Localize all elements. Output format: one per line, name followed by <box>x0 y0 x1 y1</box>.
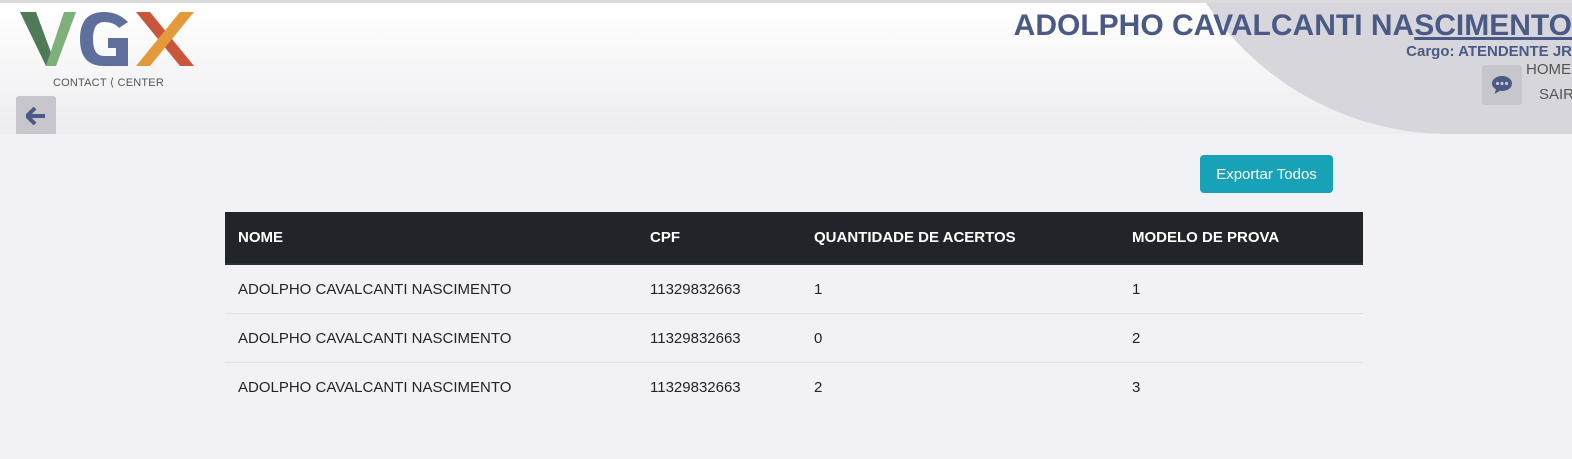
table-row: ADOLPHO CAVALCANTI NASCIMENTO 1132983266… <box>225 313 1363 363</box>
page-header: CONTACT ⟨ CENTER ADOLPHO CAVALCANTI NASC… <box>0 3 1572 134</box>
user-name-underlined-part: SCIMENTO <box>1414 9 1572 42</box>
nav-sair-link[interactable]: SAIR <box>1539 86 1572 103</box>
back-button[interactable] <box>16 96 56 134</box>
cell-modelo: 2 <box>1119 313 1363 363</box>
user-role: Cargo: ATENDENTE JR <box>1406 43 1572 60</box>
arrow-left-icon <box>26 107 45 125</box>
user-name: ADOLPHO CAVALCANTI NASCIMENTO <box>1014 8 1572 44</box>
cell-nome: ADOLPHO CAVALCANTI NASCIMENTO <box>225 362 637 411</box>
column-header-nome: NOME <box>225 212 637 265</box>
cell-cpf: 11329832663 <box>637 313 801 363</box>
table-header-row: NOME CPF QUANTIDADE DE ACERTOS MODELO DE… <box>225 212 1363 265</box>
table-row: ADOLPHO CAVALCANTI NASCIMENTO 1132983266… <box>225 362 1363 411</box>
chat-bubble-icon <box>1492 76 1512 94</box>
logo-subtitle: CONTACT ⟨ CENTER <box>53 77 164 89</box>
logo-letter-g <box>80 12 128 66</box>
nav-home-link[interactable]: HOME <box>1526 61 1571 78</box>
cell-acertos: 1 <box>814 280 823 298</box>
results-table: NOME CPF QUANTIDADE DE ACERTOS MODELO DE… <box>225 212 1363 411</box>
export-all-button[interactable]: Exportar Todos <box>1200 155 1333 193</box>
column-header-modelo: MODELO DE PROVA <box>1119 212 1363 265</box>
logo-letter-v-right <box>46 12 76 66</box>
user-name-part: ADOLPHO CAVALCANTI NA <box>1013 9 1415 42</box>
cell-nome: ADOLPHO CAVALCANTI NASCIMENTO <box>238 280 512 298</box>
cell-cpf: 11329832663 <box>650 280 741 298</box>
column-header-acertos: QUANTIDADE DE ACERTOS <box>801 212 1119 265</box>
cell-modelo: 3 <box>1119 362 1363 411</box>
cell-nome: ADOLPHO CAVALCANTI NASCIMENTO <box>225 313 637 363</box>
column-header-cpf: CPF <box>637 212 801 265</box>
chat-button[interactable] <box>1482 65 1522 105</box>
table-row: ADOLPHO CAVALCANTI NASCIMENTO 1132983266… <box>225 264 1363 314</box>
cell-acertos: 0 <box>801 313 1119 363</box>
cell-cpf: 11329832663 <box>637 362 801 411</box>
cell-acertos: 2 <box>801 362 1119 411</box>
cell-modelo: 1 <box>1132 280 1141 298</box>
